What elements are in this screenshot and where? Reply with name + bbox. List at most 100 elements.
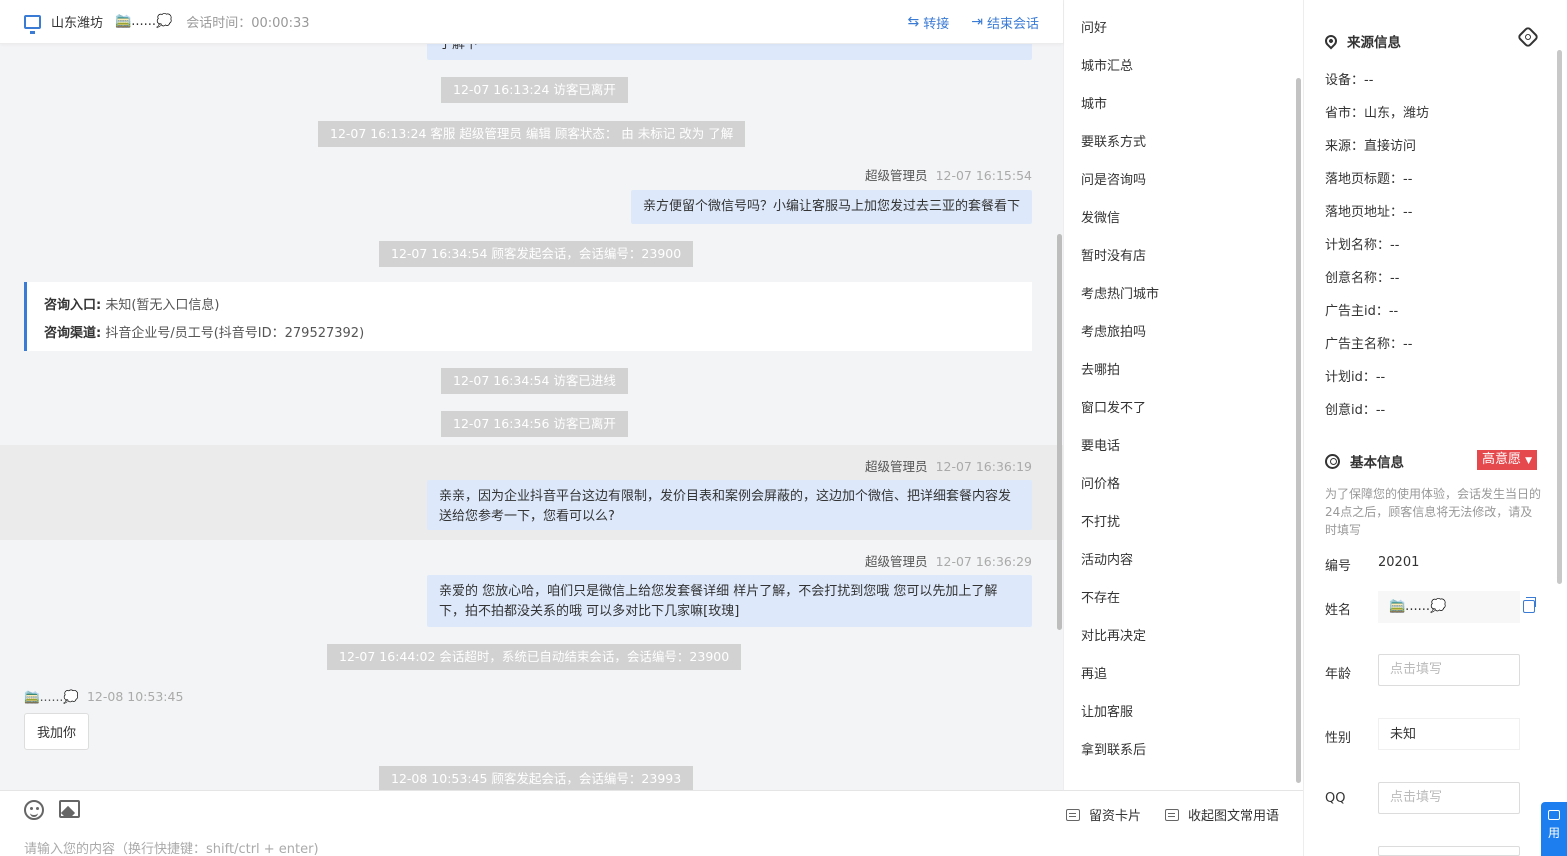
quick-phrase-item[interactable]: 城市汇总	[1081, 55, 1133, 74]
quick-phrase-item[interactable]: 要电话	[1081, 435, 1120, 454]
id-value: 20201	[1378, 555, 1420, 570]
monitor-icon	[24, 14, 41, 34]
lead-card-button[interactable]: 留资卡片	[1066, 805, 1141, 824]
source-info-row: 广告主id：--	[1325, 304, 1399, 319]
phrases-icon	[1165, 808, 1179, 821]
image-icon[interactable]	[59, 800, 80, 818]
source-info-row: 省市：山东，潍坊	[1325, 106, 1430, 121]
consult-info-card: 咨询入口: 未知(暂无入口信息) 咨询渠道: 抖音企业号/员工号(抖音号ID：2…	[24, 282, 1032, 351]
source-info-row: 计划id：--	[1325, 370, 1386, 385]
message-time: 12-07 16:36:29	[935, 554, 1032, 569]
system-message: 12-07 16:13:24 访客已离开	[441, 77, 628, 103]
quick-phrase-list: 问好城市汇总城市要联系方式问是咨询吗发微信暂时没有店考虑热门城市 考虑旅拍吗去哪拍…	[1063, 0, 1303, 790]
visitor-message: 我加你	[24, 713, 90, 750]
message-meta: 超级管理员 12-07 16:15:54	[865, 165, 1032, 184]
source-info-row: 落地页标题：--	[1325, 172, 1413, 187]
message-input[interactable]: 请输入您的内容（换行快捷键：shift/ctrl + enter)	[24, 838, 319, 856]
floating-tool-button[interactable]: 用	[1541, 802, 1567, 856]
emoji-icon[interactable]	[24, 800, 44, 820]
gender-select[interactable]: 未知	[1378, 718, 1520, 750]
system-message: 12-07 16:44:02 会话超时，系统已自动结束会话，会话编号：23900	[327, 644, 742, 670]
channel-label: 咨询渠道:	[44, 326, 102, 341]
quick-phrase-item[interactable]: 发微信	[1081, 207, 1120, 226]
message-meta: 超级管理员 12-07 16:36:19	[865, 456, 1032, 475]
quick-phrase-item[interactable]: 城市	[1081, 93, 1107, 112]
chat-scrollbar[interactable]	[1057, 234, 1062, 630]
quick-phrase-item[interactable]: 对比再决定	[1081, 625, 1146, 644]
collapse-phrases-button[interactable]: 收起图文常用语	[1165, 805, 1279, 824]
gender-label: 性别	[1325, 731, 1352, 746]
user-icon	[1325, 453, 1340, 469]
quick-phrase-item[interactable]: 再追	[1081, 663, 1107, 682]
entry-value: 未知(暂无入口信息)	[105, 298, 220, 313]
system-message: 12-07 16:34:54 访客已进线	[441, 368, 628, 394]
channel-value: 抖音企业号/员工号(抖音号ID：279527392)	[105, 326, 365, 341]
quick-phrase-item[interactable]: 活动内容	[1081, 549, 1133, 568]
phrase-scrollbar[interactable]	[1296, 78, 1301, 783]
exit-icon: ⇥	[971, 14, 983, 30]
caret-down-icon: ▼	[1525, 456, 1533, 466]
quick-phrase-item[interactable]: 不打扰	[1081, 511, 1120, 530]
source-info-row: 计划名称：--	[1325, 238, 1400, 253]
quick-phrase-item[interactable]: 要联系方式	[1081, 131, 1146, 150]
info-panel-scrollbar[interactable]	[1557, 50, 1562, 584]
message-input-area: 留资卡片 收起图文常用语 请输入您的内容（换行快捷键：shift/ctrl + …	[0, 790, 1303, 856]
agent-message: 亲亲，因为企业抖音平台这边有限制，发价目表和案例会屏蔽的，这边加个微信、把详细套…	[427, 480, 1032, 530]
transfer-icon: ⇆	[907, 14, 920, 30]
quick-phrase-item[interactable]: 问是咨询吗	[1081, 169, 1146, 188]
customer-info-panel: 来源信息 设备：-- 省市：山东，潍坊 来源：直接访问 落地页标题：-- 落地页地址：-…	[1303, 0, 1567, 856]
name-field: 🚞......💭	[1378, 591, 1520, 623]
age-label: 年龄	[1325, 667, 1352, 682]
quick-phrase-item[interactable]: 问价格	[1081, 473, 1120, 492]
source-info-row: 创意名称：--	[1325, 271, 1400, 286]
qq-label: QQ	[1325, 791, 1346, 806]
sender-name: 超级管理员	[865, 459, 928, 474]
card-icon	[1066, 808, 1080, 821]
intent-dropdown[interactable]: 高意愿 ▼	[1477, 450, 1538, 470]
quick-phrase-item[interactable]: 让加客服	[1081, 701, 1133, 720]
source-info-row: 创意id：--	[1325, 403, 1386, 418]
source-info-row: 广告主名称：--	[1325, 337, 1413, 352]
message-icon	[1548, 810, 1560, 820]
source-info-row: 设备：--	[1325, 73, 1374, 88]
quick-phrase-item[interactable]: 窗口发不了	[1081, 397, 1146, 416]
message-time: 12-07 16:15:54	[935, 168, 1032, 183]
end-session-button[interactable]: ⇥ 结束会话	[971, 13, 1039, 32]
visitor-location: 山东潍坊	[51, 16, 104, 31]
quick-phrase-item[interactable]: 暂时没有店	[1081, 245, 1146, 264]
location-pin-icon	[1322, 32, 1340, 50]
copy-icon[interactable]	[1523, 597, 1536, 613]
system-message: 12-07 16:13:24 客服 超级管理员 编辑 顾客状态： 由 未标记 改…	[318, 121, 746, 147]
session-time: 会话时间：00:00:33	[186, 16, 310, 31]
system-message: 12-07 16:34:56 访客已离开	[441, 411, 628, 437]
header-actions: ⇆ 转接 ⇥ 结束会话	[886, 0, 1040, 44]
name-label: 姓名	[1325, 603, 1352, 618]
quick-phrase-item[interactable]: 不存在	[1081, 587, 1120, 606]
quick-phrase-item[interactable]: 考虑旅拍吗	[1081, 321, 1146, 340]
message-time: 12-08 10:53:45	[86, 689, 184, 704]
message-meta: 超级管理员 12-07 16:36:29	[865, 551, 1032, 570]
settings-icon[interactable]	[1516, 25, 1540, 49]
source-info-title: 来源信息	[1322, 31, 1401, 51]
source-info-row: 来源：直接访问	[1325, 139, 1417, 154]
basic-info-title: 基本信息	[1325, 451, 1404, 471]
visitor-name: 🚞......💭	[115, 14, 173, 29]
sender-name: 🚞......💭	[24, 689, 79, 704]
quick-phrase-item[interactable]: 问好	[1081, 17, 1107, 36]
next-field-input[interactable]	[1378, 846, 1520, 856]
chat-header: 山东潍坊 🚞......💭 会话时间：00:00:33 ⇆ 转接 ⇥ 结束会话	[0, 0, 1063, 44]
edit-notice: 为了保障您的使用体验，会话发生当日的24点之后，顾客信息将无法修改，请及时填写	[1325, 487, 1542, 537]
transfer-button[interactable]: ⇆ 转接	[908, 13, 950, 32]
message-meta: 🚞......💭 12-08 10:53:45	[24, 689, 183, 705]
chat-history[interactable]: 了解下 12-07 16:13:24 访客已离开 12-07 16:13:24 …	[0, 44, 1063, 790]
qq-input[interactable]: 点击填写	[1378, 782, 1520, 814]
sender-name: 超级管理员	[865, 554, 928, 569]
quick-phrase-item[interactable]: 去哪拍	[1081, 359, 1120, 378]
system-message: 12-08 10:53:45 顾客发起会话，会话编号：23993	[379, 766, 694, 790]
age-input[interactable]: 点击填写	[1378, 654, 1520, 686]
agent-message: 亲方便留个微信号吗？小编让客服马上加您发过去三亚的套餐看下	[631, 190, 1032, 224]
message-bubble-cut: 了解下	[427, 44, 1032, 60]
quick-phrase-item[interactable]: 拿到联系后	[1081, 739, 1146, 758]
chat-workspace: 了解下 12-07 16:13:24 访客已离开 12-07 16:13:24 …	[0, 0, 1567, 856]
quick-phrase-item[interactable]: 考虑热门城市	[1081, 283, 1159, 302]
